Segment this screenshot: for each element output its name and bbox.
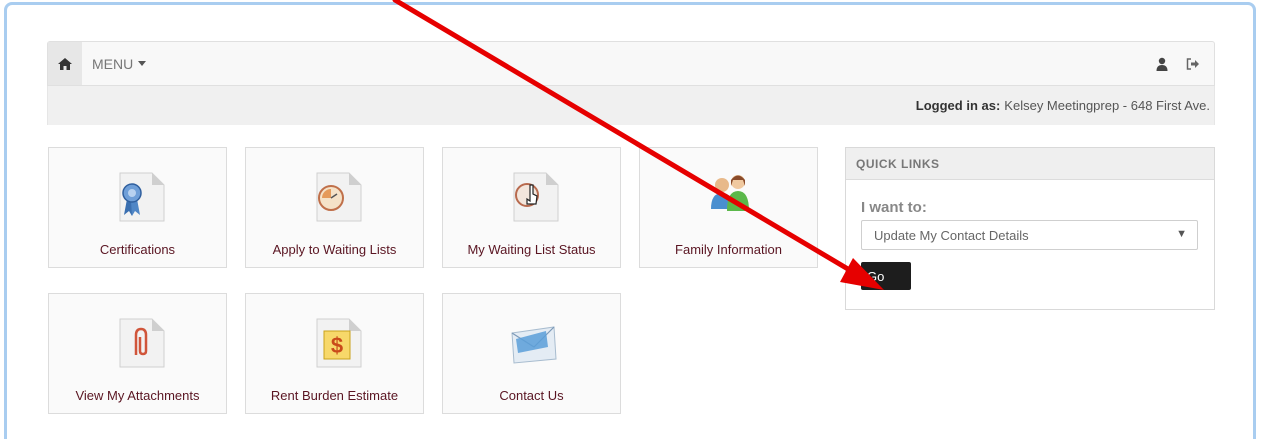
- award-ribbon-icon: [119, 172, 165, 222]
- tile-family-information[interactable]: Family Information: [639, 147, 818, 268]
- dollar-icon: $: [316, 318, 362, 368]
- quick-links-select[interactable]: Update My Contact Details ▼: [861, 220, 1198, 250]
- tile-apply-waiting-lists[interactable]: Apply to Waiting Lists: [245, 147, 424, 268]
- tile-rent-burden-estimate[interactable]: $ Rent Burden Estimate: [245, 293, 424, 414]
- paperclip-icon: [119, 318, 165, 368]
- tile-label: My Waiting List Status: [467, 242, 596, 257]
- tile-label: Rent Burden Estimate: [270, 388, 399, 403]
- login-prefix: Logged in as:: [915, 98, 1001, 113]
- status-clock-icon: [513, 172, 559, 222]
- tile-label: Family Information: [675, 242, 782, 257]
- top-navbar: MENU: [47, 41, 1215, 86]
- envelope-icon: [511, 326, 557, 364]
- tile-view-attachments[interactable]: View My Attachments: [48, 293, 227, 414]
- tile-label: View My Attachments: [75, 388, 200, 403]
- quick-links-panel: QUICK LINKS I want to: Update My Contact…: [845, 147, 1215, 310]
- menu-dropdown[interactable]: MENU: [92, 42, 147, 85]
- i-want-to-label: I want to:: [861, 199, 927, 216]
- quick-links-title: QUICK LINKS: [846, 148, 1214, 180]
- svg-text:$: $: [331, 333, 343, 358]
- select-value: Update My Contact Details: [874, 227, 1029, 243]
- login-user: Kelsey Meetingprep - 648 First Ave.: [1004, 98, 1210, 113]
- tile-waiting-list-status[interactable]: My Waiting List Status: [442, 147, 621, 268]
- menu-label: MENU: [92, 55, 134, 72]
- login-status-bar: Logged in as: Kelsey Meetingprep - 648 F…: [47, 86, 1215, 125]
- chevron-down-icon: [138, 61, 147, 66]
- tile-label: Contact Us: [499, 388, 564, 403]
- chevron-down-icon: ▼: [1176, 228, 1187, 240]
- tile-label: Apply to Waiting Lists: [272, 242, 397, 257]
- home-icon: [58, 57, 72, 70]
- home-button[interactable]: [48, 42, 82, 85]
- tile-label: Certifications: [99, 242, 176, 257]
- family-icon: [711, 175, 749, 211]
- tile-certifications[interactable]: Certifications: [48, 147, 227, 268]
- go-button[interactable]: Go: [861, 262, 911, 290]
- user-icon[interactable]: [1156, 57, 1168, 71]
- clock-icon: [316, 172, 362, 222]
- tile-contact-us[interactable]: Contact Us: [442, 293, 621, 414]
- logout-icon[interactable]: [1186, 57, 1200, 71]
